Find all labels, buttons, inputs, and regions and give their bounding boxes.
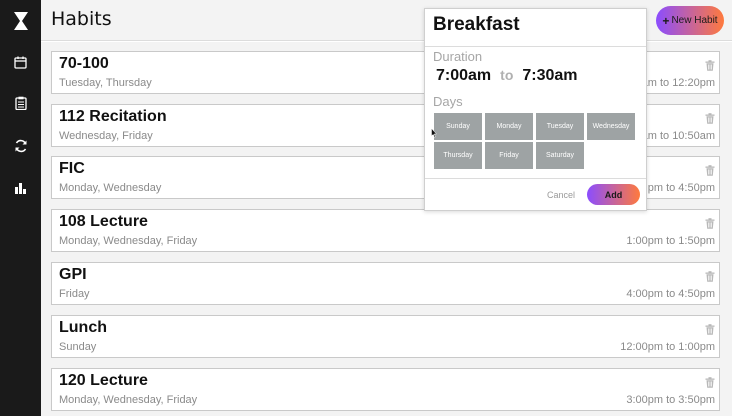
refresh-icon[interactable] <box>0 134 41 158</box>
habit-name: FIC <box>59 160 85 177</box>
habit-name: 108 Lecture <box>59 213 148 230</box>
duration-row: 7:00am to 7:30am <box>436 67 578 85</box>
trash-icon[interactable] <box>705 373 715 392</box>
sidebar <box>0 0 41 416</box>
habit-days: Monday, Wednesday, Friday <box>59 394 198 406</box>
habit-card[interactable]: Lunch Sunday 12:00pm to 1:00pm <box>51 315 720 358</box>
habit-time: 3:00pm to 3:50pm <box>626 394 715 406</box>
habit-time: pm to 4:50pm <box>647 182 715 194</box>
new-habit-modal: Breakfast Duration 7:00am to 7:30am Days… <box>424 8 647 211</box>
habit-days: Monday, Wednesday, Friday <box>59 235 198 247</box>
day-button-monday[interactable]: Monday <box>485 113 533 140</box>
habit-days: Sunday <box>59 341 97 353</box>
habit-time: 1:00pm to 1:50pm <box>626 235 715 247</box>
start-time-input[interactable]: 7:00am <box>436 67 491 85</box>
trash-icon[interactable] <box>705 56 715 75</box>
habit-days: Wednesday, Friday <box>59 130 153 142</box>
habit-card[interactable]: 120 Lecture Monday, Wednesday, Friday 3:… <box>51 368 720 411</box>
day-button-sunday[interactable]: Sunday <box>434 113 482 140</box>
trash-icon[interactable] <box>705 320 715 339</box>
habit-time: am to 12:20pm <box>641 77 715 89</box>
modal-divider <box>425 46 646 47</box>
cancel-button[interactable]: Cancel <box>547 190 575 200</box>
bar-chart-icon[interactable] <box>0 176 41 200</box>
habit-name: GPI <box>59 266 87 283</box>
modal-footer-divider <box>425 178 646 179</box>
day-button-friday[interactable]: Friday <box>485 142 533 169</box>
trash-icon[interactable] <box>705 267 715 286</box>
end-time-input[interactable]: 7:30am <box>522 67 577 85</box>
habit-days: Friday <box>59 288 90 300</box>
day-button-wednesday[interactable]: Wednesday <box>587 113 635 140</box>
habit-time: am to 10:50am <box>641 130 715 142</box>
habit-days: Tuesday, Thursday <box>59 77 152 89</box>
day-button-saturday[interactable]: Saturday <box>536 142 584 169</box>
trash-icon[interactable] <box>705 109 715 128</box>
modal-title[interactable]: Breakfast <box>433 14 520 36</box>
habit-name: 112 Recitation <box>59 108 167 125</box>
day-button-tuesday[interactable]: Tuesday <box>536 113 584 140</box>
new-habit-button[interactable]: + New Habit <box>656 6 724 35</box>
hourglass-icon[interactable] <box>0 9 41 33</box>
habit-card[interactable]: 108 Lecture Monday, Wednesday, Friday 1:… <box>51 209 720 252</box>
habit-name: 120 Lecture <box>59 372 148 389</box>
habit-card[interactable]: GPI Friday 4:00pm to 4:50pm <box>51 262 720 305</box>
add-button[interactable]: Add <box>587 184 640 205</box>
habit-name: Lunch <box>59 319 107 336</box>
clipboard-icon[interactable] <box>0 91 41 115</box>
to-label: to <box>500 67 514 83</box>
mouse-cursor-icon <box>431 123 438 142</box>
plus-icon: + <box>662 13 670 28</box>
new-habit-label: New Habit <box>671 15 718 26</box>
trash-icon[interactable] <box>705 214 715 233</box>
duration-label: Duration <box>433 49 483 64</box>
habit-time: 12:00pm to 1:00pm <box>620 341 715 353</box>
day-button-thursday[interactable]: Thursday <box>434 142 482 169</box>
days-label: Days <box>433 94 463 109</box>
habit-days: Monday, Wednesday <box>59 182 162 194</box>
trash-icon[interactable] <box>705 161 715 180</box>
habit-time: 4:00pm to 4:50pm <box>626 288 715 300</box>
page-title: Habits <box>51 8 112 30</box>
habit-name: 70-100 <box>59 55 109 72</box>
calendar-icon[interactable] <box>0 50 41 74</box>
